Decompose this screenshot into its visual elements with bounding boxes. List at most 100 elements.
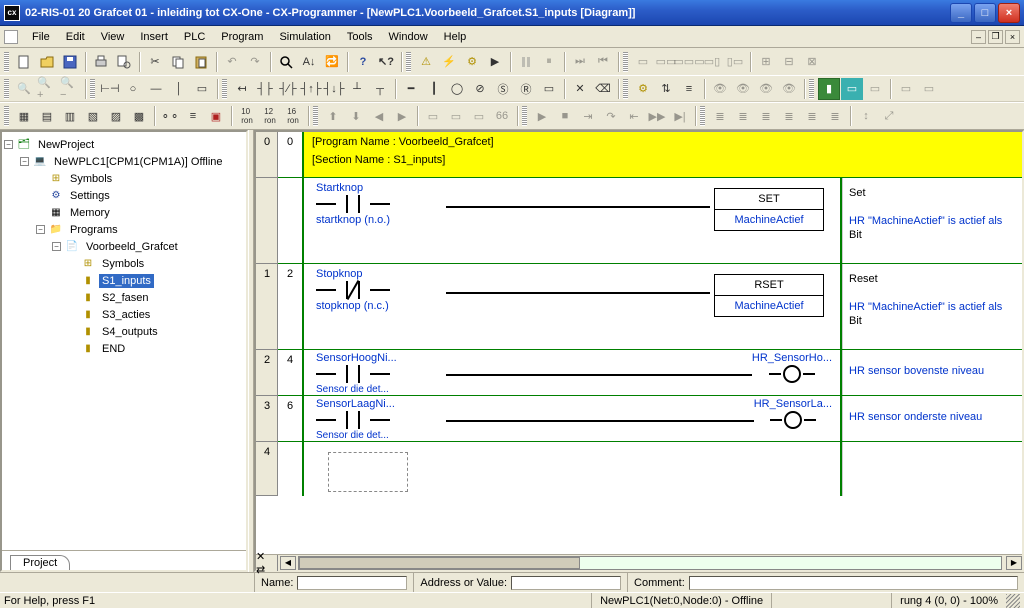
open-button[interactable]: [36, 51, 58, 73]
ladder-rung[interactable]: Stopknop stopknop (n.c.): [304, 264, 1022, 350]
coil-x-button[interactable]: ⊘: [469, 78, 491, 100]
contact-nc-button[interactable]: ┤∕├: [277, 78, 299, 100]
cut-button[interactable]: ✂: [144, 51, 166, 73]
step2-button[interactable]: ⏮: [592, 51, 614, 73]
del-wire-button[interactable]: ✕: [569, 78, 591, 100]
debug-button[interactable]: ⚙: [461, 51, 483, 73]
cursor-cell[interactable]: [328, 452, 408, 492]
coil-o-button[interactable]: ◯: [446, 78, 468, 100]
menu-window[interactable]: Window: [381, 29, 436, 45]
tree-end[interactable]: END: [99, 342, 128, 356]
branch-up-button[interactable]: ┴: [346, 78, 368, 100]
tree-settings[interactable]: Settings: [67, 189, 113, 203]
menu-program[interactable]: Program: [213, 29, 271, 45]
toolbar-grip[interactable]: [522, 106, 527, 126]
output-box[interactable]: SET MachineActief: [714, 188, 824, 231]
zoom-fit-button[interactable]: 🔍: [13, 78, 35, 100]
rung-number[interactable]: 2: [256, 350, 278, 396]
hwire-button[interactable]: ━: [400, 78, 422, 100]
tree-section-s4[interactable]: S4_outputs: [99, 325, 161, 339]
tree-program-1[interactable]: Voorbeeld_Grafcet: [83, 240, 181, 254]
expand-icon[interactable]: −: [52, 242, 61, 251]
output-box[interactable]: RSET MachineActief: [714, 274, 824, 317]
d3-button[interactable]: ◀: [368, 105, 390, 127]
contact-nc-icon[interactable]: [336, 280, 370, 300]
toggle-output-button[interactable]: ▭: [841, 78, 863, 100]
tree-psymbols[interactable]: Symbols: [99, 257, 147, 271]
coil-r-button[interactable]: Ⓡ: [515, 78, 537, 100]
pause-button[interactable]: [515, 51, 537, 73]
step-out-button[interactable]: ⇤: [623, 105, 645, 127]
expand-icon[interactable]: −: [36, 225, 45, 234]
e1-button[interactable]: ▭: [422, 105, 444, 127]
info-name-field[interactable]: [297, 576, 407, 590]
mdi-restore-button[interactable]: ❐: [988, 30, 1003, 44]
g1-button[interactable]: ≣: [709, 105, 731, 127]
menu-plc[interactable]: PLC: [176, 29, 213, 45]
step-over-button[interactable]: ↷: [600, 105, 622, 127]
sym2-button[interactable]: ≡: [182, 105, 204, 127]
coil-icon[interactable]: [782, 410, 804, 430]
del-rung-button[interactable]: ⌫: [592, 78, 614, 100]
find-next-button[interactable]: A↓: [298, 51, 320, 73]
ff-button[interactable]: ▶▶: [646, 105, 668, 127]
toolbar-grip[interactable]: [809, 79, 814, 99]
contact-dn-button[interactable]: ┤↓├: [323, 78, 345, 100]
scroll-thumb[interactable]: [299, 557, 580, 569]
watch3-button[interactable]: 👁: [755, 78, 777, 100]
ladder-fn-button[interactable]: ▭: [191, 78, 213, 100]
toolbar-grip[interactable]: [700, 106, 705, 126]
expand-icon[interactable]: −: [4, 140, 13, 149]
monitor-button[interactable]: ⚡: [438, 51, 460, 73]
toggle-sidebar-button[interactable]: ▮: [818, 78, 840, 100]
info-comment-field[interactable]: [689, 576, 1018, 590]
sym3-button[interactable]: ▣: [205, 105, 227, 127]
rung-number[interactable]: 1: [256, 264, 278, 350]
watch1-button[interactable]: 👁: [709, 78, 731, 100]
whats-this-button[interactable]: ↖?: [375, 51, 397, 73]
menu-help[interactable]: Help: [436, 29, 475, 45]
watch4-button[interactable]: 👁: [778, 78, 800, 100]
plc-x3-button[interactable]: ⊠: [801, 51, 823, 73]
toolbar-grip[interactable]: [623, 52, 628, 72]
ladder-area[interactable]: 0 1 2 3 4 0 2 4 6: [256, 132, 1022, 554]
contact-up-button[interactable]: ┤↑├: [300, 78, 322, 100]
ladder-contact-button[interactable]: ⊢⊣: [99, 78, 121, 100]
tree-root[interactable]: NewProject: [35, 138, 97, 152]
radix10-button[interactable]: 10ron: [236, 105, 258, 127]
g6-button[interactable]: ≣: [824, 105, 846, 127]
menu-view[interactable]: View: [93, 29, 133, 45]
redo-button[interactable]: ↷: [244, 51, 266, 73]
tree-section-s1[interactable]: S1_inputs: [99, 274, 154, 288]
h2-button[interactable]: ⤢: [878, 105, 900, 127]
tab-project[interactable]: Project: [10, 555, 70, 570]
toolbar-grip[interactable]: [4, 52, 9, 72]
tree-section-s2[interactable]: S2_fasen: [99, 291, 151, 305]
toolbar-grip[interactable]: [406, 52, 411, 72]
xfer-button[interactable]: ⇅: [655, 78, 677, 100]
view1-button[interactable]: ▦: [13, 105, 35, 127]
d4-button[interactable]: ▶: [391, 105, 413, 127]
contact-no-icon[interactable]: [336, 194, 370, 214]
menu-simulation[interactable]: Simulation: [271, 29, 338, 45]
ff2-button[interactable]: ▶|: [669, 105, 691, 127]
branch-dn-button[interactable]: ┬: [369, 78, 391, 100]
ladder-rung[interactable]: Startknop startknop (n.o.): [304, 178, 1022, 264]
copy-button[interactable]: [167, 51, 189, 73]
print-button[interactable]: [90, 51, 112, 73]
tree-programs[interactable]: Programs: [67, 223, 121, 237]
ladder-hline-button[interactable]: —: [145, 78, 167, 100]
replace-button[interactable]: 🔁: [321, 51, 343, 73]
scroll-right-button[interactable]: ▶: [1006, 556, 1022, 570]
contact-no-icon[interactable]: [336, 410, 370, 430]
ladder-rung[interactable]: SensorHoogNi... Sensor die det...: [304, 350, 1022, 396]
d2-button[interactable]: ⬇: [345, 105, 367, 127]
toolbar-grip[interactable]: [4, 79, 9, 99]
plc-mem4-button[interactable]: ▭▯: [701, 51, 723, 73]
sym1-button[interactable]: ⚬⚬: [159, 105, 181, 127]
view6-button[interactable]: ▩: [128, 105, 150, 127]
zoom-in-button[interactable]: 🔍+: [36, 78, 58, 100]
view-split-button[interactable]: ✕ ⇄: [256, 555, 278, 571]
tb-a-button[interactable]: ↤: [231, 78, 253, 100]
undo-button[interactable]: ↶: [221, 51, 243, 73]
